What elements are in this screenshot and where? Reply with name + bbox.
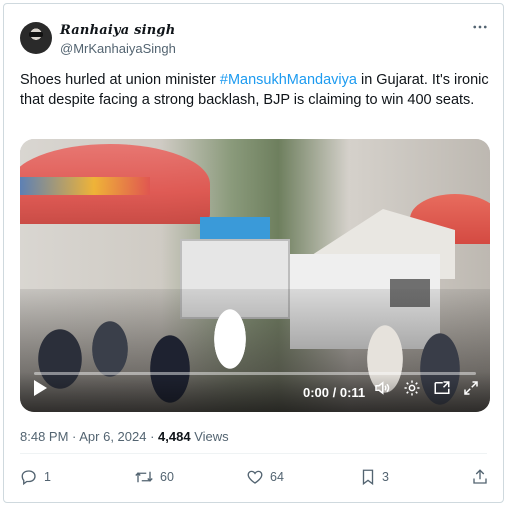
views-label: Views: [190, 429, 229, 444]
meta-separator: ·: [68, 429, 80, 444]
video-progress-bar[interactable]: [34, 372, 476, 375]
share-icon: [471, 468, 489, 486]
heart-icon: [246, 468, 264, 486]
picture-in-picture-icon[interactable]: [433, 379, 451, 402]
bookmark-icon: [360, 468, 376, 486]
retweet-count: 60: [160, 470, 174, 484]
tweet-text-part: Shoes hurled at union minister: [20, 72, 220, 88]
avatar[interactable]: [20, 22, 52, 54]
author-handle[interactable]: @MrKanhaiyaSingh: [60, 41, 176, 56]
reply-icon: [20, 468, 38, 486]
tweet-date[interactable]: Apr 6, 2024: [79, 429, 146, 444]
video-time: 0:00 / 0:11: [303, 385, 366, 400]
play-icon[interactable]: [32, 379, 48, 402]
views-count: 4,484: [158, 429, 191, 444]
video-frame-umbrella-stripe: [20, 177, 150, 195]
tweet-card[interactable]: Ranhaiya singh @MrKanhaiyaSingh Shoes hu…: [3, 3, 504, 503]
tweet-text: Shoes hurled at union minister #MansukhM…: [20, 70, 490, 110]
more-horizontal-icon[interactable]: [471, 18, 489, 40]
retweet-button[interactable]: 60: [134, 467, 174, 487]
divider: [20, 453, 487, 454]
hashtag-link[interactable]: #MansukhMandaviya: [220, 72, 357, 88]
action-bar: 1 60 64 3: [20, 467, 490, 491]
tweet-time[interactable]: 8:48 PM: [20, 429, 68, 444]
tweet-meta: 8:48 PM · Apr 6, 2024 · 4,484 Views: [20, 429, 229, 444]
fullscreen-icon[interactable]: [462, 379, 480, 402]
like-button[interactable]: 64: [246, 467, 284, 487]
gear-icon[interactable]: [403, 379, 421, 402]
bookmark-button[interactable]: 3: [360, 467, 389, 487]
like-count: 64: [270, 470, 284, 484]
meta-separator: ·: [146, 429, 159, 444]
reply-count: 1: [44, 470, 51, 484]
author-display-name[interactable]: Ranhaiya singh: [60, 23, 175, 38]
reply-button[interactable]: 1: [20, 467, 51, 487]
volume-icon[interactable]: [373, 379, 391, 402]
video-player[interactable]: 0:00 / 0:11: [20, 139, 490, 412]
retweet-icon: [134, 468, 154, 486]
share-button[interactable]: [471, 467, 489, 487]
bookmark-count: 3: [382, 470, 389, 484]
